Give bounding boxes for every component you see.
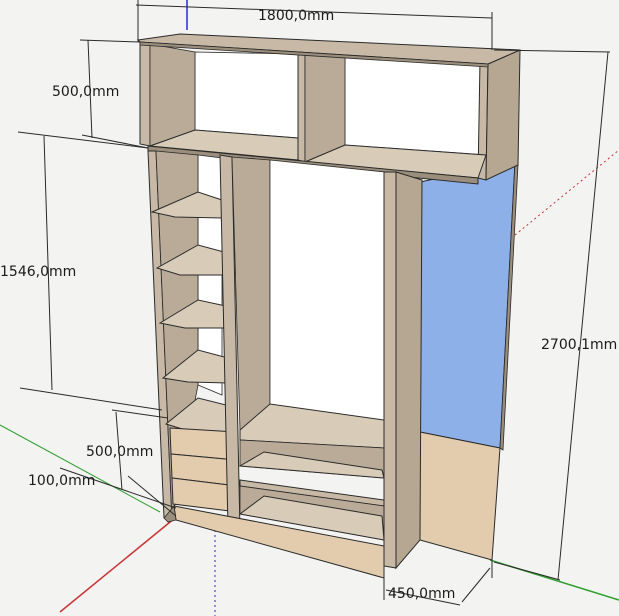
top-left-inner	[149, 43, 196, 147]
dim-left-height-label: 1546,0mm	[0, 264, 76, 280]
red-axis-dotted	[514, 149, 619, 236]
top-center-divider-side	[304, 53, 346, 163]
top-back-white-right	[344, 55, 489, 156]
top-right-outer	[485, 49, 521, 181]
3d-model-scene[interactable]: 1800,0mm 500,0mm 1546,0mm 2700,1mm 500,0…	[0, 0, 619, 616]
lower-side-face	[419, 431, 501, 561]
right-panel-front	[383, 171, 397, 569]
green-axis-line	[0, 424, 161, 513]
right-side-panel[interactable]	[419, 161, 519, 561]
sketchup-viewport[interactable]: 1800,0mm 500,0mm 1546,0mm 2700,1mm 500,0…	[0, 0, 619, 616]
blue-side-face	[419, 161, 516, 449]
top-center-divider	[297, 53, 306, 163]
top-left-panel	[139, 41, 151, 147]
dim-total-height-label: 2700,1mm	[541, 337, 617, 353]
right-panel-side	[395, 171, 423, 570]
dim-depth-label: 450,0mm	[388, 586, 455, 602]
dim-top-height-label: 500,0mm	[52, 84, 119, 100]
middle-divider[interactable]	[219, 154, 271, 531]
dim-drawer-height-label: 500,0mm	[86, 444, 153, 460]
red-axis-line	[59, 517, 176, 613]
right-vertical-panel[interactable]	[383, 171, 423, 570]
middle-divider-side	[231, 156, 271, 431]
hanging-back-white	[269, 159, 386, 429]
dim-total-width-label: 1800,0mm	[258, 8, 334, 24]
top-back-white-left	[194, 51, 299, 139]
dim-plinth-height-label: 100,0mm	[28, 473, 95, 489]
